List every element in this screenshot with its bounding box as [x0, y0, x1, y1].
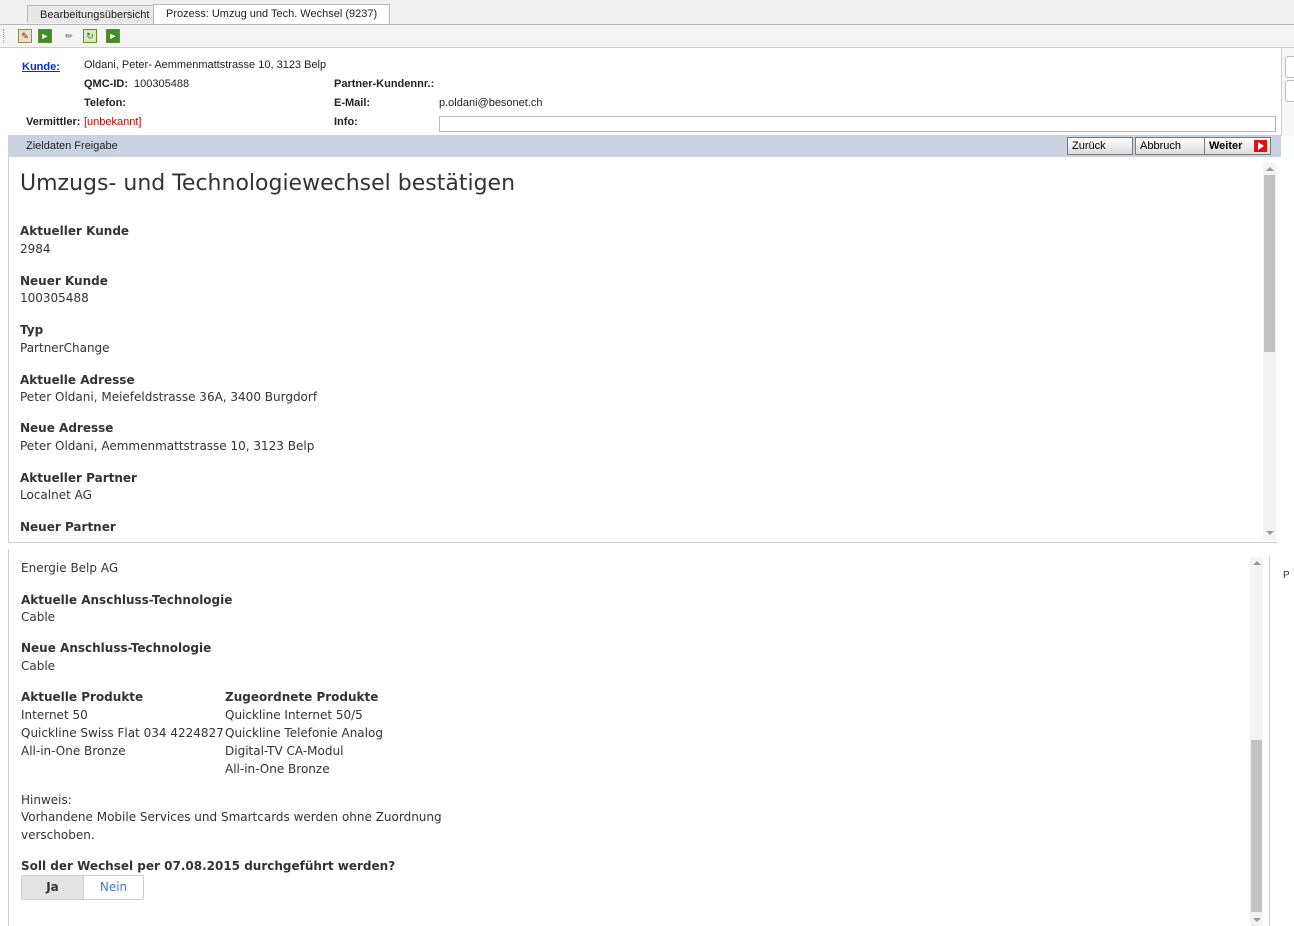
scrollbar-bottom[interactable]	[1250, 557, 1263, 926]
content-pane-bottom: Energie Belp AG Aktuelle Anschluss-Techn…	[8, 549, 1250, 926]
field-value: PartnerChange	[20, 341, 110, 355]
kunde-value: Oldani, Peter- Aemmenmattstrasse 10, 312…	[84, 59, 327, 71]
list-item: Quickline Internet 50/5	[225, 708, 363, 722]
telefon-label: Telefon:	[84, 97, 126, 109]
partner-kundennr-label: Partner-Kundennr.:	[334, 78, 435, 90]
field-label: Neue Adresse	[20, 421, 114, 435]
cancel-button[interactable]: Abbruch	[1135, 137, 1205, 155]
back-button[interactable]: Zurück	[1067, 137, 1133, 155]
step-bar: Zieldaten Freigabe Zurück Abbruch Weiter	[8, 135, 1281, 157]
field-label: Neue Anschluss-Technologie	[21, 641, 212, 655]
tab-bearbeitungsuebersicht[interactable]: Bearbeitungsübersicht	[27, 5, 163, 23]
refresh-icon[interactable]: ↻	[83, 29, 97, 43]
toolbar: ✎ ► ✏ ↻ ►	[0, 25, 1294, 48]
scroll-up-icon[interactable]	[1253, 561, 1261, 565]
info-input[interactable]	[439, 116, 1276, 132]
qmc-label: QMC-ID:	[84, 78, 128, 90]
scrollbar-thumb[interactable]	[1264, 175, 1275, 352]
field-label: Aktuelle Anschluss-Technologie	[21, 593, 233, 607]
field-value: Cable	[21, 610, 56, 624]
email-value: p.oldani@besonet.ch	[439, 97, 543, 109]
pane-border	[8, 549, 9, 926]
email-label: E-Mail:	[334, 97, 371, 109]
side-panel-handle-2[interactable]	[1285, 80, 1294, 102]
pane-border	[8, 542, 1277, 543]
field-value: Energie Belp AG	[21, 561, 119, 575]
pane-border	[8, 157, 9, 543]
kunde-link[interactable]: Kunde:	[22, 61, 60, 73]
content-pane-top: Umzugs- und Technologiewechsel bestätige…	[8, 157, 1263, 542]
list-item: Quickline Swiss Flat 034 4224827	[21, 726, 224, 740]
info-label: Info:	[334, 116, 358, 128]
list-item: Quickline Telefonie Analog	[225, 726, 383, 740]
side-panel-label: P	[1283, 570, 1290, 581]
aktuelle-produkte-label: Aktuelle Produkte	[21, 690, 144, 704]
field-value: Cable	[21, 659, 56, 673]
edit-icon[interactable]: ✎	[18, 29, 32, 43]
scrollbar-thumb[interactable]	[1251, 740, 1262, 912]
field-label: Neuer Kunde	[20, 274, 108, 288]
list-item: Internet 50	[21, 708, 88, 722]
side-panel-edge	[1281, 48, 1294, 136]
field-label: Aktueller Kunde	[20, 224, 130, 238]
scroll-down-icon[interactable]	[1266, 531, 1274, 535]
scrollbar-top[interactable]	[1263, 163, 1276, 541]
hinweis-text: Vorhandene Mobile Services und Smartcard…	[21, 810, 442, 824]
scroll-up-icon[interactable]	[1266, 167, 1274, 171]
scroll-down-icon[interactable]	[1253, 918, 1261, 922]
tab-prozess[interactable]: Prozess: Umzug und Tech. Wechsel (9237)	[153, 4, 391, 24]
yes-option[interactable]: Ja	[22, 876, 84, 899]
hinweis-text: verschoben.	[21, 828, 95, 842]
list-item: Digital-TV CA-Modul	[225, 744, 344, 758]
next-button[interactable]: Weiter	[1204, 137, 1271, 155]
field-value: Peter Oldani, Aemmenmattstrasse 10, 3123…	[20, 439, 315, 453]
field-value: 100305488	[20, 291, 89, 305]
field-label: Aktuelle Adresse	[20, 373, 135, 387]
page-title: Umzugs- und Technologiewechsel bestätige…	[20, 171, 516, 196]
forward-icon[interactable]: ►	[38, 29, 52, 43]
zugeordnete-produkte-label: Zugeordnete Produkte	[225, 690, 379, 704]
play-icon	[1254, 140, 1267, 152]
no-option[interactable]: Nein	[84, 876, 143, 899]
hinweis-label: Hinweis:	[21, 793, 72, 807]
pane-divider	[1269, 557, 1270, 926]
export-icon[interactable]: ►	[106, 29, 120, 43]
list-item: All-in-One Bronze	[21, 744, 126, 758]
vermittler-value[interactable]: [unbekannt]	[84, 116, 142, 128]
field-value: 2984	[20, 242, 51, 256]
qmc-value: 100305488	[134, 78, 190, 90]
next-button-label: Weiter	[1209, 140, 1243, 152]
field-value: Peter Oldani, Meiefeldstrasse 36A, 3400 …	[20, 390, 318, 404]
list-item: All-in-One Bronze	[225, 762, 330, 776]
side-panel-handle[interactable]	[1285, 56, 1294, 78]
tab-bar: Bearbeitungsübersicht Prozess: Umzug und…	[0, 0, 1294, 25]
step-title: Zieldaten Freigabe	[26, 140, 118, 152]
confirm-question: Soll der Wechsel per 07.08.2015 durchgef…	[21, 859, 396, 873]
field-value: Localnet AG	[20, 488, 92, 502]
pencil-icon[interactable]: ✏	[62, 29, 76, 43]
vermittler-label: Vermittler:	[26, 116, 81, 128]
field-label: Aktueller Partner	[20, 471, 137, 485]
toolbar-grip	[3, 29, 6, 43]
field-label: Typ	[20, 323, 44, 337]
field-label: Neuer Partner	[20, 520, 116, 534]
yes-no-toggle[interactable]: Ja Nein	[21, 875, 144, 900]
